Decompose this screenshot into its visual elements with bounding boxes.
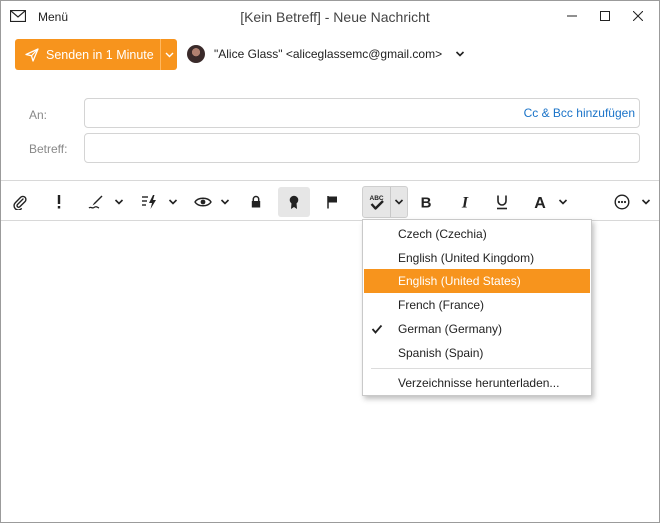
minimize-icon: [567, 15, 577, 17]
subject-label: Betreff:: [29, 142, 68, 156]
template-icon: [142, 195, 156, 209]
maximize-icon: [600, 11, 610, 21]
to-label: An:: [29, 108, 48, 122]
menu-item-language[interactable]: English (United Kingdom): [364, 246, 590, 270]
signature-button[interactable]: [85, 187, 107, 217]
subject-input[interactable]: [85, 134, 639, 162]
download-dictionaries-item[interactable]: Verzeichnisse herunterladen...: [364, 371, 590, 395]
sender-selector[interactable]: "Alice Glass" <aliceglassemc@gmail.com>: [187, 45, 465, 63]
font-color-icon: A: [534, 195, 546, 210]
chevron-down-icon[interactable]: [394, 197, 404, 207]
menu-item-label: English (United States): [398, 274, 521, 288]
close-icon: [633, 11, 643, 21]
svg-text:A: A: [534, 195, 546, 210]
spellcheck-divider: [390, 187, 391, 217]
close-button[interactable]: [623, 5, 653, 27]
chevron-down-icon[interactable]: [558, 197, 568, 207]
attach-button[interactable]: [9, 187, 31, 217]
italic-icon: I: [461, 195, 469, 211]
send-label: Senden in 1 Minute: [46, 47, 154, 62]
menu-separator: [371, 368, 591, 369]
title-bar: Menü [Kein Betreff] - Neue Nachricht: [1, 1, 659, 33]
toolbar-divider: [1, 180, 659, 181]
certificate-icon: [289, 195, 299, 209]
to-field-container: Cc & Bcc hinzufügen: [84, 98, 640, 128]
send-options-button[interactable]: [161, 39, 177, 70]
eye-icon: [194, 197, 212, 207]
spellcheck-button[interactable]: ABC: [363, 187, 390, 217]
font-color-button[interactable]: A: [529, 187, 551, 217]
menu-item-language[interactable]: French (France): [364, 293, 590, 317]
menu-item-label: Czech (Czechia): [398, 227, 487, 241]
priority-button[interactable]: [49, 187, 69, 217]
signature-icon: [88, 195, 103, 209]
read-receipt-button[interactable]: [192, 187, 214, 217]
bold-button[interactable]: B: [415, 187, 437, 217]
subject-field-container: [84, 133, 640, 163]
cc-bcc-link[interactable]: Cc & Bcc hinzufügen: [524, 106, 635, 120]
underline-icon: [497, 195, 507, 210]
menu-item-language-highlighted[interactable]: English (United States): [364, 269, 590, 293]
underline-button[interactable]: [491, 187, 513, 217]
lock-icon: [251, 195, 261, 208]
send-button[interactable]: Senden in 1 Minute: [15, 39, 160, 70]
certificate-button[interactable]: [278, 187, 310, 217]
chevron-down-icon[interactable]: [455, 49, 465, 59]
menu-item-label: German (Germany): [398, 322, 503, 336]
avatar: [187, 45, 205, 63]
maximize-button[interactable]: [590, 5, 620, 27]
minimize-button[interactable]: [557, 5, 587, 27]
compose-window: Menü [Kein Betreff] - Neue Nachricht Sen…: [0, 0, 660, 523]
chevron-down-icon[interactable]: [168, 197, 178, 207]
spellcheck-icon: ABC: [369, 195, 383, 210]
sender-address: "Alice Glass" <aliceglassemc@gmail.com>: [214, 47, 443, 61]
flag-icon: [327, 196, 337, 209]
send-split-button: Senden in 1 Minute: [15, 39, 177, 70]
flag-button[interactable]: [321, 187, 343, 217]
menu-item-language[interactable]: Czech (Czechia): [364, 222, 590, 246]
encrypt-button[interactable]: [245, 187, 267, 217]
spellcheck-language-menu: Czech (Czechia) English (United Kingdom)…: [362, 219, 592, 396]
attach-icon: [13, 195, 27, 210]
more-icon: [614, 194, 630, 210]
menu-item-language-checked[interactable]: German (Germany): [364, 317, 590, 341]
checkmark-icon: [371, 324, 383, 334]
chevron-down-icon: [165, 52, 173, 57]
chevron-down-icon[interactable]: [220, 197, 230, 207]
template-button[interactable]: [139, 187, 161, 217]
svg-text:I: I: [461, 195, 469, 211]
menu-item-label: English (United Kingdom): [398, 251, 535, 265]
svg-text:B: B: [421, 195, 432, 211]
priority-icon: [57, 195, 61, 209]
italic-button[interactable]: I: [454, 187, 476, 217]
chevron-down-icon[interactable]: [114, 197, 124, 207]
chevron-down-icon[interactable]: [641, 197, 651, 207]
more-button[interactable]: [611, 187, 633, 217]
menu-item-label: Spanish (Spain): [398, 346, 484, 360]
menu-item-label: Verzeichnisse herunterladen...: [398, 376, 560, 390]
menu-item-label: French (France): [398, 298, 485, 312]
bold-icon: B: [421, 195, 432, 211]
paper-plane-icon: [25, 47, 39, 62]
menu-item-language[interactable]: Spanish (Spain): [364, 341, 590, 365]
